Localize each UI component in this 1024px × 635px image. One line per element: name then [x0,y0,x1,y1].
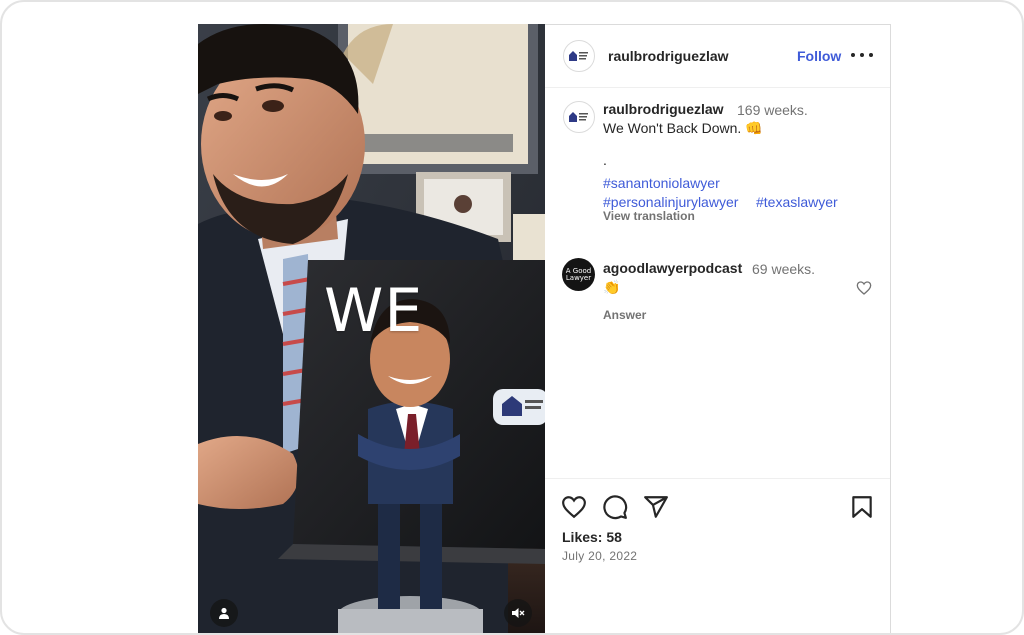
dot [869,53,873,57]
caption-separator: . [603,152,607,168]
caption-timestamp[interactable]: 169 weeks. [737,102,808,118]
video-overlay-text: WE [324,276,424,346]
commenter-avatar-text: A Good Lawyer [565,266,592,282]
follow-button[interactable]: Follow [797,48,841,64]
view-translation-link[interactable]: View translation [603,209,695,223]
user-icon [219,607,229,619]
post-video[interactable]: WE [198,24,545,633]
post-actions-bar: Likes: 58 July 20, 2022 [545,478,890,633]
dot [851,53,855,57]
author-avatar[interactable] [563,40,595,72]
comment-like-heart-icon[interactable] [856,280,872,296]
likes-count[interactable]: Likes: 58 [562,529,622,545]
hashtag-link[interactable]: #personalinjurylawyer [603,194,738,210]
hashtag-link[interactable]: #texaslawyer [756,194,838,210]
hashtag-link[interactable]: #sanantoniolawyer [603,175,720,191]
speaker-muted-icon [512,608,525,618]
comments-section: raulbrodriguezlaw 169 weeks. We Won't Ba… [545,88,890,478]
comment-timestamp[interactable]: 69 weeks. [752,261,815,277]
more-options-icon[interactable] [851,45,873,65]
caption-text: We Won't Back Down. 👊 [603,120,763,136]
share-paper-plane-icon[interactable] [643,494,669,520]
post-details-panel: raulbrodriguezlaw Follow raulbrodriguezl… [545,24,891,633]
dot [860,53,864,57]
save-bookmark-icon[interactable] [849,494,875,520]
caption-author-avatar[interactable] [563,101,595,133]
commenter-avatar[interactable]: A Good Lawyer [562,258,595,291]
post-date[interactable]: July 20, 2022 [562,549,637,563]
comment-bubble-icon[interactable] [602,494,628,520]
reply-button[interactable]: Answer [603,308,646,322]
commenter-username[interactable]: agoodlawyerpodcast [603,260,742,276]
post-window: WE raulbrodriguezlaw Follow raulbrodrigu… [0,0,1024,635]
tagged-users-button[interactable] [210,599,238,627]
caption-username[interactable]: raulbrodriguezlaw [603,101,724,117]
comment-text: 👏 [603,279,621,295]
post-header: raulbrodriguezlaw Follow [545,25,890,88]
law-firm-logo-icon [569,51,588,61]
law-firm-logo-icon [569,112,588,122]
like-heart-icon[interactable] [561,494,587,520]
author-username[interactable]: raulbrodriguezlaw [608,48,729,64]
mute-button[interactable] [504,599,532,627]
